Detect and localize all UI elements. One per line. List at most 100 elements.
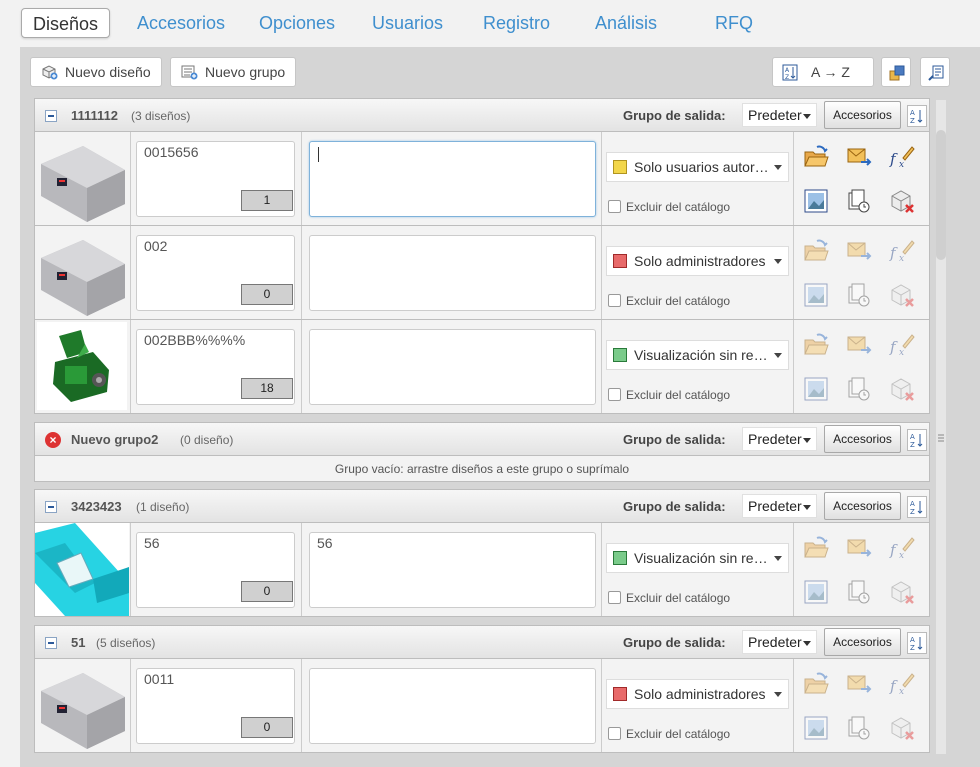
output-group-select[interactable]: Predeter xyxy=(742,103,817,127)
svg-text:x: x xyxy=(899,254,904,264)
open-folder-icon[interactable] xyxy=(803,535,829,561)
open-folder-icon[interactable] xyxy=(803,238,829,264)
design-thumbnail[interactable] xyxy=(37,661,127,749)
design-quantity: 0 xyxy=(241,717,293,738)
group-accessories-button[interactable]: Accesorios xyxy=(824,425,901,453)
history-icon[interactable] xyxy=(846,715,872,741)
design-code-field[interactable]: 002BBB%%%% 18 xyxy=(136,329,295,405)
group-sort-button[interactable]: AZ xyxy=(907,429,927,451)
delete-design-icon[interactable] xyxy=(889,188,915,214)
delete-group-icon[interactable]: × xyxy=(45,432,61,448)
exclude-catalog-checkbox[interactable]: Excluir del catálogo xyxy=(608,591,730,605)
image-icon[interactable] xyxy=(803,282,829,308)
access-select[interactable]: Solo administradores xyxy=(606,679,789,709)
history-icon[interactable] xyxy=(846,579,872,605)
formula-icon[interactable]: fx xyxy=(889,144,915,170)
delete-design-icon[interactable] xyxy=(889,715,915,741)
design-thumbnail[interactable] xyxy=(37,134,127,222)
open-folder-icon[interactable] xyxy=(803,144,829,170)
design-description-input[interactable] xyxy=(309,141,596,217)
exclude-catalog-checkbox[interactable]: Excluir del catálogo xyxy=(608,294,730,308)
group-sort-button[interactable]: AZ xyxy=(907,105,927,127)
image-icon[interactable] xyxy=(803,579,829,605)
sort-icon: AZ xyxy=(910,109,923,125)
print-button[interactable] xyxy=(920,57,950,87)
formula-icon[interactable]: fx xyxy=(889,238,915,264)
history-icon[interactable] xyxy=(846,188,872,214)
svg-text:A: A xyxy=(910,636,915,644)
tab-rfq[interactable]: RFQ xyxy=(715,8,753,38)
group-sort-button[interactable]: AZ xyxy=(907,496,927,518)
design-code-field[interactable]: 56 0 xyxy=(136,532,295,608)
tab-opciones[interactable]: Opciones xyxy=(259,8,335,38)
formula-icon[interactable]: fx xyxy=(889,535,915,561)
delete-design-icon[interactable] xyxy=(889,376,915,402)
exclude-catalog-checkbox[interactable]: Excluir del catálogo xyxy=(608,200,730,214)
delete-design-icon[interactable] xyxy=(889,579,915,605)
collapse-icon[interactable] xyxy=(45,110,57,122)
svg-text:Z: Z xyxy=(910,117,915,125)
history-icon[interactable] xyxy=(846,376,872,402)
tab-disenos[interactable]: Diseños xyxy=(21,8,110,38)
design-description-input[interactable]: 56 xyxy=(309,532,596,608)
email-icon[interactable] xyxy=(846,535,872,561)
design-row: 002 0 Solo administradores Excluir del c… xyxy=(34,226,930,320)
output-group-select[interactable]: Predeter xyxy=(742,494,817,518)
admin-lock-icon xyxy=(613,687,627,701)
image-icon[interactable] xyxy=(803,376,829,402)
tab-analisis[interactable]: Análisis xyxy=(595,8,657,38)
access-select[interactable]: Solo administradores xyxy=(606,246,789,276)
access-select[interactable]: Visualización sin re… xyxy=(606,340,789,370)
open-folder-icon[interactable] xyxy=(803,671,829,697)
design-description-input[interactable] xyxy=(309,329,596,405)
tab-usuarios[interactable]: Usuarios xyxy=(372,8,443,38)
design-description-input[interactable] xyxy=(309,235,596,311)
image-icon[interactable] xyxy=(803,715,829,741)
scrollbar[interactable] xyxy=(936,100,946,754)
tab-registro[interactable]: Registro xyxy=(483,8,550,38)
group-sort-button[interactable]: AZ xyxy=(907,632,927,654)
image-icon[interactable] xyxy=(803,188,829,214)
collapse-icon[interactable] xyxy=(45,637,57,649)
new-group-button[interactable]: Nuevo grupo xyxy=(170,57,297,87)
email-icon[interactable] xyxy=(846,144,872,170)
open-folder-icon[interactable] xyxy=(803,332,829,358)
group-accessories-button[interactable]: Accesorios xyxy=(824,101,901,129)
resize-grip-icon[interactable] xyxy=(938,434,944,442)
design-code-field[interactable]: 002 0 xyxy=(136,235,295,311)
access-select[interactable]: Solo usuarios autor… xyxy=(606,152,789,182)
email-icon[interactable] xyxy=(846,332,872,358)
group-header: 51 (5 diseños) Grupo de salida: Predeter… xyxy=(34,625,930,659)
tab-accesorios[interactable]: Accesorios xyxy=(137,8,225,38)
formula-icon[interactable]: fx xyxy=(889,332,915,358)
group-accessories-button[interactable]: Accesorios xyxy=(824,628,901,656)
new-design-icon xyxy=(42,65,58,80)
design-code-field[interactable]: 0015656 1 xyxy=(136,141,295,217)
history-icon[interactable] xyxy=(846,282,872,308)
design-description-input[interactable] xyxy=(309,668,596,744)
formula-icon[interactable]: fx xyxy=(889,671,915,697)
output-group-select[interactable]: Predeter xyxy=(742,427,817,451)
email-icon[interactable] xyxy=(846,671,872,697)
access-select[interactable]: Visualización sin re… xyxy=(606,543,789,573)
output-group-value: Predeter xyxy=(748,431,802,447)
top-navigation: Diseños Accesorios Opciones Usuarios Reg… xyxy=(0,0,980,46)
design-thumbnail[interactable] xyxy=(37,228,127,316)
group-accessories-button[interactable]: Accesorios xyxy=(824,492,901,520)
sort-icon: AZ xyxy=(910,500,923,516)
design-thumbnail[interactable] xyxy=(37,322,127,410)
new-group-label: Nuevo grupo xyxy=(205,64,286,80)
design-code-field[interactable]: 0011 0 xyxy=(136,668,295,744)
new-design-button[interactable]: Nuevo diseño xyxy=(30,57,162,87)
delete-design-icon[interactable] xyxy=(889,282,915,308)
export-button[interactable] xyxy=(881,57,911,87)
scrollbar-thumb[interactable] xyxy=(936,130,946,260)
exclude-catalog-checkbox[interactable]: Excluir del catálogo xyxy=(608,388,730,402)
collapse-icon[interactable] xyxy=(45,501,57,513)
sort-az-button[interactable]: A Z A → Z xyxy=(772,57,874,87)
design-thumbnail[interactable] xyxy=(35,523,129,616)
email-icon[interactable] xyxy=(846,238,872,264)
exclude-catalog-checkbox[interactable]: Excluir del catálogo xyxy=(608,727,730,741)
group-name: 51 xyxy=(71,635,86,650)
output-group-select[interactable]: Predeter xyxy=(742,630,817,654)
